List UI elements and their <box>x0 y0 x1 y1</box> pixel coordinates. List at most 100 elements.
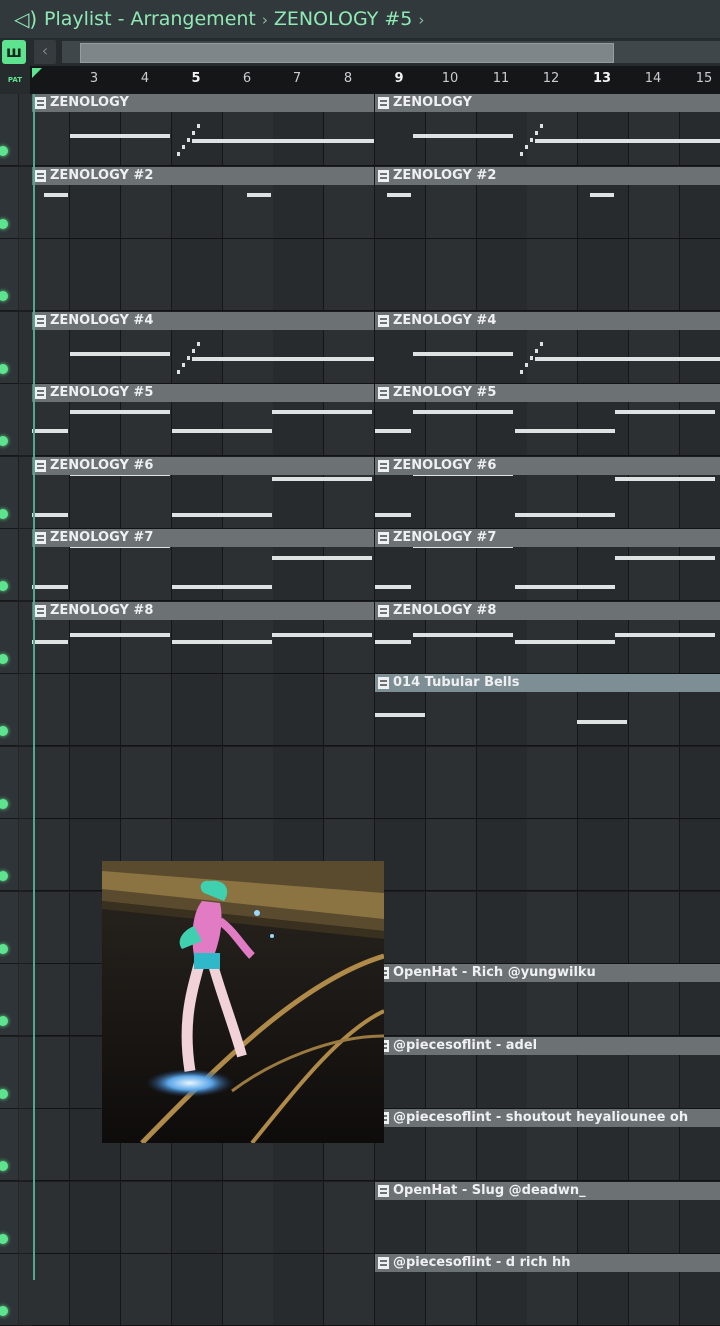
pattern-clip[interactable]: ZENOLOGY #4 <box>375 312 720 383</box>
track-grid[interactable] <box>19 747 720 819</box>
clip-menu-icon[interactable] <box>378 460 389 472</box>
clip-header[interactable]: ZENOLOGY #4 <box>32 312 374 330</box>
pattern-clip[interactable]: ZENOLOGY #6 <box>375 457 720 528</box>
clip-header[interactable]: ZENOLOGY #7 <box>32 529 374 547</box>
clip-header[interactable]: OpenHat - Rich @yungwilku <box>375 964 720 982</box>
pattern-clip[interactable]: ZENOLOGY #7 <box>375 529 720 600</box>
clip-menu-icon[interactable] <box>378 532 389 544</box>
pattern-clip[interactable]: ZENOLOGY <box>375 94 720 165</box>
track-grid[interactable] <box>19 239 720 311</box>
scrollbar-thumb[interactable] <box>80 43 614 63</box>
track-mute-led-icon[interactable] <box>0 871 8 881</box>
track-mute-led-icon[interactable] <box>0 581 8 591</box>
track-header[interactable] <box>0 892 18 964</box>
pattern-name[interactable]: ZENOLOGY #5 <box>274 8 412 30</box>
clip-header[interactable]: ZENOLOGY #6 <box>375 457 720 475</box>
clip-menu-icon[interactable] <box>378 1257 389 1269</box>
clip-menu-icon[interactable] <box>378 315 389 327</box>
clip-header[interactable]: ZENOLOGY #5 <box>375 384 720 402</box>
track-mute-led-icon[interactable] <box>0 1306 8 1316</box>
track-header[interactable] <box>0 819 18 891</box>
track-mute-led-icon[interactable] <box>0 726 8 736</box>
clip-menu-icon[interactable] <box>35 605 46 617</box>
clip-header[interactable]: @piecesoflint - shoutout heyaliounee oh <box>375 1109 720 1127</box>
clip-header[interactable]: ZENOLOGY #2 <box>375 167 720 185</box>
track-header[interactable] <box>0 529 18 601</box>
pattern-clip[interactable]: ZENOLOGY #5 <box>32 384 374 455</box>
ruler-bar-number[interactable]: 6 <box>243 71 251 86</box>
pattern-clip[interactable]: @piecesoflint - adel <box>375 1037 720 1108</box>
clip-header[interactable]: ZENOLOGY <box>375 94 720 112</box>
ruler-bar-number[interactable]: 13 <box>593 71 611 86</box>
clip-header[interactable]: ZENOLOGY #8 <box>375 602 720 620</box>
track-header[interactable] <box>0 602 18 674</box>
clip-header[interactable]: OpenHat - Slug @deadwn_ <box>375 1182 720 1200</box>
track-header[interactable] <box>0 1254 18 1326</box>
pattern-clip[interactable]: ZENOLOGY #8 <box>375 602 720 673</box>
pattern-clip[interactable]: @piecesoflint - shoutout heyaliounee oh <box>375 1109 720 1180</box>
clip-menu-icon[interactable] <box>378 605 389 617</box>
clip-header[interactable]: 014 Tubular Bells <box>375 674 720 692</box>
track-mute-led-icon[interactable] <box>0 291 8 301</box>
clip-menu-icon[interactable] <box>35 387 46 399</box>
track-header[interactable] <box>0 747 18 819</box>
clip-menu-icon[interactable] <box>378 1185 389 1197</box>
clip-header[interactable]: ZENOLOGY #4 <box>375 312 720 330</box>
time-ruler[interactable]: 3 4 5 6 7 8 9 10 11 12 13 14 15 <box>30 66 720 94</box>
track-header[interactable] <box>0 964 18 1036</box>
clip-header[interactable]: ZENOLOGY #6 <box>32 457 374 475</box>
ruler-bar-number[interactable]: 5 <box>191 71 200 86</box>
track-header[interactable] <box>0 1037 18 1109</box>
track-mute-led-icon[interactable] <box>0 146 8 156</box>
pattern-clip[interactable]: @piecesoflint - d rich hh <box>375 1254 720 1325</box>
scroll-left-button[interactable]: ‹ <box>34 40 56 64</box>
track-header[interactable] <box>0 1182 18 1254</box>
playback-marker-icon[interactable] <box>32 68 42 78</box>
track-mute-led-icon[interactable] <box>0 219 8 229</box>
track-header[interactable] <box>0 457 18 529</box>
ruler-bar-number[interactable]: 10 <box>442 71 459 86</box>
track-header[interactable] <box>0 312 18 384</box>
ruler-bar-number[interactable]: 7 <box>293 71 301 86</box>
track-header[interactable] <box>0 239 18 311</box>
track-mute-led-icon[interactable] <box>0 799 8 809</box>
pattern-clip[interactable]: 014 Tubular Bells <box>375 674 720 745</box>
pattern-clip[interactable]: ZENOLOGY #8 <box>32 602 374 673</box>
clip-menu-icon[interactable] <box>378 677 389 689</box>
clip-menu-icon[interactable] <box>35 315 46 327</box>
ruler-bar-number[interactable]: 4 <box>141 71 149 86</box>
track-mute-led-icon[interactable] <box>0 654 8 664</box>
track-mute-led-icon[interactable] <box>0 1016 8 1026</box>
clip-menu-icon[interactable] <box>35 97 46 109</box>
ruler-bar-number[interactable]: 3 <box>90 71 98 86</box>
clip-header[interactable]: ZENOLOGY #8 <box>32 602 374 620</box>
pattern-clip[interactable]: ZENOLOGY #5 <box>375 384 720 455</box>
track-mute-led-icon[interactable] <box>0 364 8 374</box>
pattern-clip[interactable]: ZENOLOGY <box>32 94 374 165</box>
clip-header[interactable]: @piecesoflint - adel <box>375 1037 720 1055</box>
clip-menu-icon[interactable] <box>378 387 389 399</box>
clip-menu-icon[interactable] <box>378 170 389 182</box>
track-header[interactable] <box>0 1109 18 1181</box>
speaker-arrows-icon[interactable]: ◁) <box>14 8 37 30</box>
track-header[interactable] <box>0 167 18 239</box>
clip-menu-icon[interactable] <box>35 170 46 182</box>
pattern-clip[interactable]: ZENOLOGY #7 <box>32 529 374 600</box>
clip-header[interactable]: @piecesoflint - d rich hh <box>375 1254 720 1272</box>
pattern-clip[interactable]: ZENOLOGY #2 <box>32 167 374 238</box>
ruler-bar-number[interactable]: 14 <box>645 71 662 86</box>
ruler-bar-number[interactable]: 8 <box>344 71 352 86</box>
track-mute-led-icon[interactable] <box>0 1089 8 1099</box>
ruler-bar-number[interactable]: 9 <box>394 71 403 86</box>
clip-menu-icon[interactable] <box>35 460 46 472</box>
clip-menu-icon[interactable] <box>378 97 389 109</box>
pattern-clip[interactable]: ZENOLOGY #2 <box>375 167 720 238</box>
track-header[interactable] <box>0 94 18 166</box>
clip-header[interactable]: ZENOLOGY #5 <box>32 384 374 402</box>
ruler-bar-number[interactable]: 15 <box>696 71 713 86</box>
pattern-clip[interactable]: OpenHat - Rich @yungwilku <box>375 964 720 1035</box>
pattern-clip[interactable]: OpenHat - Slug @deadwn_ <box>375 1182 720 1253</box>
clip-header[interactable]: ZENOLOGY #7 <box>375 529 720 547</box>
clip-menu-icon[interactable] <box>35 532 46 544</box>
piano-roll-button[interactable]: ш <box>2 40 26 64</box>
